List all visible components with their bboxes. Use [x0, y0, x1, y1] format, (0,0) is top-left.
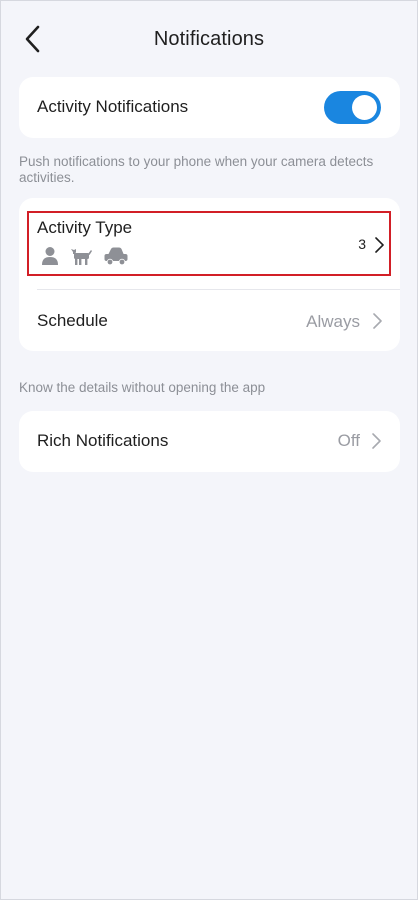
activity-notifications-description: Push notifications to your phone when yo… — [19, 154, 374, 185]
toggle-knob — [352, 95, 377, 120]
schedule-chevron-icon — [373, 313, 382, 329]
page-title: Notifications — [153, 28, 265, 50]
header: Notifications — [1, 1, 417, 79]
dog-icon — [69, 246, 93, 266]
activity-type-row[interactable] — [27, 211, 391, 276]
rich-notifications-label: Rich Notifications — [37, 431, 169, 450]
schedule-row[interactable] — [19, 291, 400, 351]
car-icon — [103, 246, 129, 266]
rich-notifications-value: Off — [337, 431, 360, 450]
rich-notifications-row[interactable]: Rich Notifications Off — [19, 411, 400, 472]
activity-notifications-card: Activity Notifications — [19, 77, 400, 138]
rich-notifications-description: Know the details without opening the app — [19, 380, 266, 395]
person-icon — [41, 246, 59, 266]
activity-type-icons — [41, 246, 139, 266]
rich-notifications-chevron-icon — [372, 433, 381, 449]
activity-notifications-toggle[interactable] — [324, 91, 381, 124]
activity-notifications-label: Activity Notifications — [37, 97, 189, 116]
activity-type-count: 3 — [358, 236, 366, 252]
activity-type-chevron-icon — [375, 237, 384, 253]
divider — [37, 289, 400, 290]
